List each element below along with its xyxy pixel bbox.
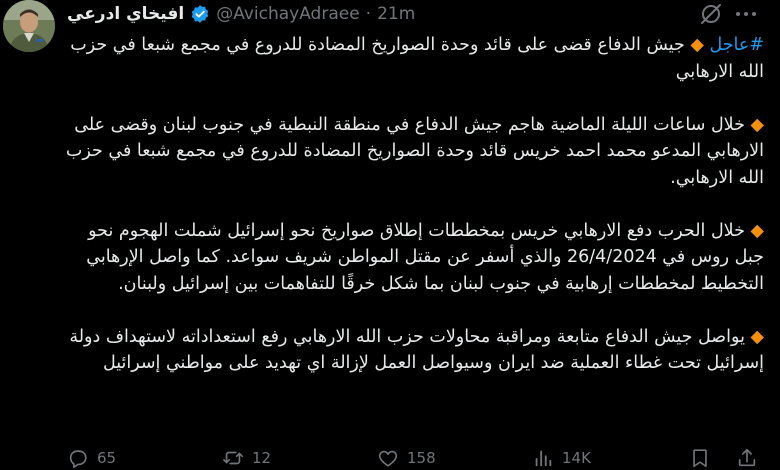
- avatar[interactable]: [3, 0, 55, 52]
- views-button[interactable]: 14K: [532, 447, 591, 469]
- paragraph-text: جيش الدفاع قضى على قائد وحدة الصواريخ ال…: [70, 35, 764, 82]
- tweet-paragraph: #عاجل ◆ جيش الدفاع قضى على قائد وحدة الص…: [60, 32, 764, 85]
- timestamp[interactable]: 21m: [377, 4, 415, 24]
- hashtag-link[interactable]: #عاجل: [709, 35, 764, 55]
- verified-badge-icon: [191, 5, 209, 23]
- tweet[interactable]: افيخاي ادرعي @AvichayAdraee · 21m #عاجل …: [0, 0, 780, 470]
- repost-icon: [223, 451, 243, 465]
- orange-diamond-icon: ◆: [750, 326, 764, 347]
- like-button[interactable]: 158: [377, 447, 436, 469]
- tweet-paragraph: ◆ خلال الحرب دفع الارهابي خريس بمخططات إ…: [60, 218, 764, 298]
- heart-icon: [378, 450, 398, 467]
- action-bar: 65 12 158 14K: [0, 447, 780, 470]
- like-count: 158: [407, 449, 436, 467]
- orange-diamond-icon: ◆: [750, 114, 764, 135]
- reply-count: 65: [97, 449, 117, 467]
- repost-button[interactable]: 12: [222, 447, 271, 469]
- orange-diamond-icon: ◆: [690, 35, 704, 55]
- share-button[interactable]: [736, 447, 758, 469]
- bookmark-button[interactable]: [689, 447, 711, 469]
- orange-diamond-icon: ◆: [750, 220, 764, 241]
- tweet-header: افيخاي ادرعي @AvichayAdraee · 21m: [67, 2, 415, 26]
- tweet-body: #عاجل ◆ جيش الدفاع قضى على قائد وحدة الص…: [60, 32, 764, 377]
- tweet-paragraph: ◆ يواصل جيش الدفاع متابعة ومراقبة محاولا…: [60, 324, 764, 377]
- paragraph-text: يواصل جيش الدفاع متابعة ومراقبة محاولات …: [69, 326, 764, 374]
- avatar-image: [3, 0, 55, 52]
- grok-icon[interactable]: [698, 1, 724, 27]
- reply-button[interactable]: 65: [67, 447, 116, 469]
- views-chart-icon: [535, 450, 552, 467]
- reply-icon: [69, 450, 87, 468]
- bookmark-icon: [693, 449, 707, 468]
- separator-dot: ·: [365, 4, 372, 24]
- author-name[interactable]: افيخاي ادرعي: [67, 4, 184, 24]
- author-handle[interactable]: @AvichayAdraee: [216, 4, 359, 24]
- view-count: 14K: [562, 449, 591, 467]
- repost-count: 12: [252, 449, 272, 467]
- share-icon: [738, 448, 756, 467]
- paragraph-text: خلال ساعات الليلة الماضية هاجم جيش الدفا…: [65, 114, 764, 188]
- tweet-paragraph: ◆ خلال ساعات الليلة الماضية هاجم جيش الد…: [60, 112, 764, 192]
- paragraph-text: خلال الحرب دفع الارهابي خريس بمخططات إطل…: [86, 220, 764, 294]
- more-options-icon[interactable]: [732, 2, 760, 26]
